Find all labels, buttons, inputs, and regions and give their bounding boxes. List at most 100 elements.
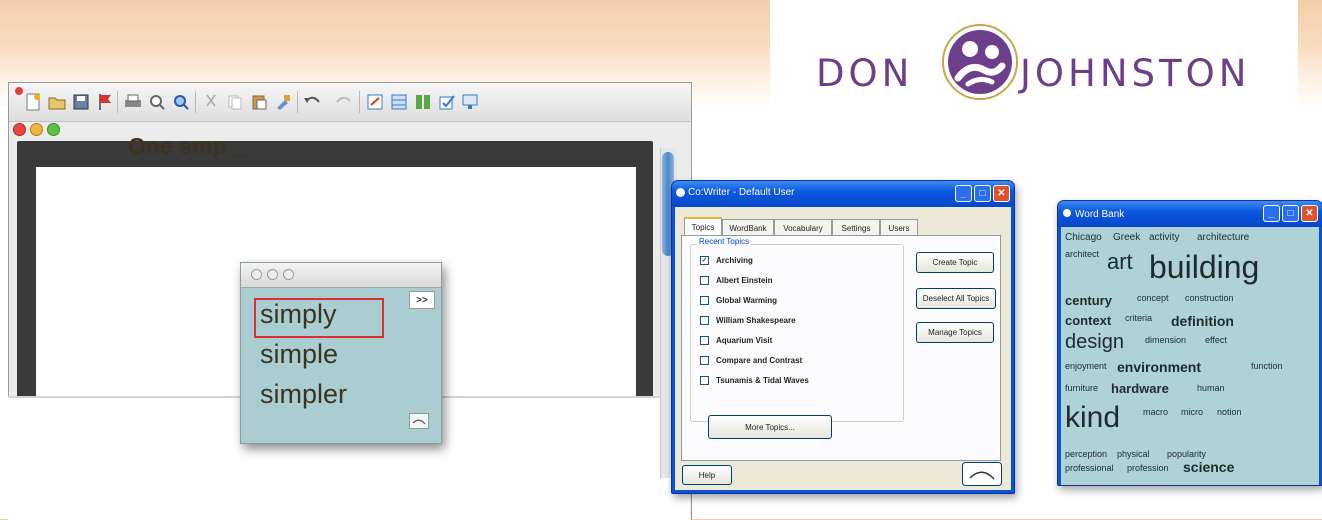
maximize-icon[interactable]: □ [1282, 205, 1299, 222]
open-folder-icon[interactable] [47, 92, 67, 112]
redo-icon[interactable] [333, 92, 353, 112]
checklist-icon[interactable] [437, 92, 457, 112]
topic-label: Tsunamis & Tidal Waves [716, 375, 809, 385]
checkbox-icon[interactable] [700, 335, 709, 345]
minimize-dot-icon[interactable] [30, 123, 43, 136]
window-title: Word Bank [1075, 209, 1125, 220]
cowriter-titlebar[interactable]: Co:Writer - Default User _ □ ✕ [672, 181, 1014, 207]
word-chip[interactable]: notion [1217, 407, 1242, 417]
word-chip[interactable]: art [1107, 249, 1133, 275]
zoom-dot-icon[interactable] [283, 269, 294, 280]
word-chip[interactable]: physical [1117, 449, 1150, 459]
word-chip[interactable]: dimension [1145, 335, 1186, 345]
word-chip[interactable]: architect [1065, 249, 1099, 259]
word-chip[interactable]: activity [1149, 232, 1180, 243]
word-chip[interactable]: human [1197, 383, 1225, 393]
insert-icon[interactable] [365, 92, 385, 112]
word-chip[interactable]: profession [1127, 463, 1169, 473]
close-icon[interactable]: ✕ [993, 185, 1010, 202]
more-topics-button[interactable]: More Topics... [708, 415, 832, 439]
format-painter-icon[interactable] [273, 92, 293, 112]
new-document-icon[interactable] [23, 92, 43, 112]
create-topic-button[interactable]: Create Topic [916, 252, 994, 273]
flag-icon[interactable] [95, 92, 115, 112]
word-chip[interactable]: hardware [1111, 381, 1169, 396]
tab-settings[interactable]: Settings [832, 219, 880, 236]
word-chip[interactable]: design [1065, 331, 1124, 354]
close-icon[interactable]: ✕ [1301, 205, 1318, 222]
topic-item[interactable]: Global Warming [700, 293, 777, 307]
word-chip[interactable]: enjoyment [1065, 361, 1107, 371]
word-chip[interactable]: professional [1065, 463, 1114, 473]
word-chip[interactable]: micro [1181, 407, 1203, 417]
topic-item[interactable]: Albert Einstein [700, 273, 772, 287]
word-chip[interactable]: architecture [1197, 232, 1249, 243]
topic-label: Aquarium Visit [716, 335, 773, 345]
minimize-dot-icon[interactable] [267, 269, 278, 280]
prediction-word-3[interactable]: simpler [260, 379, 347, 410]
help-button[interactable]: Help [682, 465, 732, 485]
word-chip[interactable]: concept [1137, 293, 1169, 303]
topic-item[interactable]: Aquarium Visit [700, 333, 772, 347]
word-chip[interactable]: function [1251, 361, 1283, 371]
prediction-word-2[interactable]: simple [260, 339, 338, 370]
word-chip[interactable]: context [1065, 313, 1111, 328]
save-icon[interactable] [71, 92, 91, 112]
prediction-word-1[interactable]: simply [260, 299, 337, 330]
word-chip[interactable]: kind [1065, 401, 1120, 435]
word-chip[interactable]: furniture [1065, 383, 1098, 393]
word-chip[interactable]: popularity [1167, 449, 1206, 459]
more-predictions-button[interactable]: >> [409, 291, 435, 309]
checkbox-icon[interactable] [700, 375, 709, 385]
word-chip[interactable]: definition [1171, 313, 1234, 329]
tab-topics[interactable]: Topics [684, 217, 722, 236]
minimize-icon[interactable]: _ [955, 185, 972, 202]
word-chip[interactable]: environment [1117, 359, 1201, 375]
print-icon[interactable] [123, 92, 143, 112]
drawing-icon[interactable] [461, 92, 481, 112]
checkbox-checked-icon[interactable]: ✓ [700, 255, 709, 265]
tab-wordbank[interactable]: WordBank [722, 219, 774, 236]
word-chip[interactable]: criteria [1125, 313, 1152, 323]
topic-item[interactable]: ✓ Archiving [700, 253, 753, 267]
word-chip[interactable]: century [1065, 293, 1112, 308]
word-chip[interactable]: Chicago [1065, 232, 1102, 243]
zoom-dot-icon[interactable] [47, 123, 60, 136]
print-preview-icon[interactable] [147, 92, 167, 112]
word-chip[interactable]: perception [1065, 449, 1107, 459]
columns-icon[interactable] [413, 92, 433, 112]
speaker-icon[interactable] [409, 413, 429, 429]
word-chip[interactable]: construction [1185, 293, 1234, 303]
document-text[interactable]: One smp__ [128, 133, 252, 160]
speaker-icon[interactable] [962, 462, 1002, 486]
topic-item[interactable]: William Shakespeare [700, 313, 796, 327]
minimize-icon[interactable]: _ [1263, 205, 1280, 222]
word-chip[interactable]: effect [1205, 335, 1227, 345]
deselect-all-button[interactable]: Deselect All Topics [916, 288, 996, 309]
undo-icon[interactable] [303, 92, 323, 112]
zoom-icon[interactable] [171, 92, 191, 112]
manage-topics-button[interactable]: Manage Topics [916, 322, 994, 343]
copy-icon[interactable] [225, 92, 245, 112]
paste-icon[interactable] [249, 92, 269, 112]
cut-icon[interactable] [201, 92, 221, 112]
word-bank-titlebar[interactable]: Word Bank _ □ ✕ [1058, 201, 1322, 227]
close-dot-icon[interactable] [13, 123, 26, 136]
word-chip[interactable]: science [1183, 459, 1234, 475]
tab-users[interactable]: Users [880, 219, 918, 236]
word-chip[interactable]: Greek [1113, 232, 1140, 243]
tab-vocabulary[interactable]: Vocabulary [774, 219, 832, 236]
topic-item[interactable]: Compare and Contrast [700, 353, 802, 367]
maximize-icon[interactable]: □ [974, 185, 991, 202]
word-chip[interactable]: building [1149, 249, 1259, 286]
table-icon[interactable] [389, 92, 409, 112]
topic-item[interactable]: Tsunamis & Tidal Waves [700, 373, 809, 387]
checkbox-icon[interactable] [700, 315, 709, 325]
checkbox-icon[interactable] [700, 275, 709, 285]
word-chip[interactable]: macro [1143, 407, 1168, 417]
topic-label: Archiving [716, 255, 753, 265]
checkbox-icon[interactable] [700, 355, 709, 365]
close-dot-icon[interactable] [251, 269, 262, 280]
checkbox-icon[interactable] [700, 295, 709, 305]
prediction-titlebar[interactable] [241, 263, 441, 288]
